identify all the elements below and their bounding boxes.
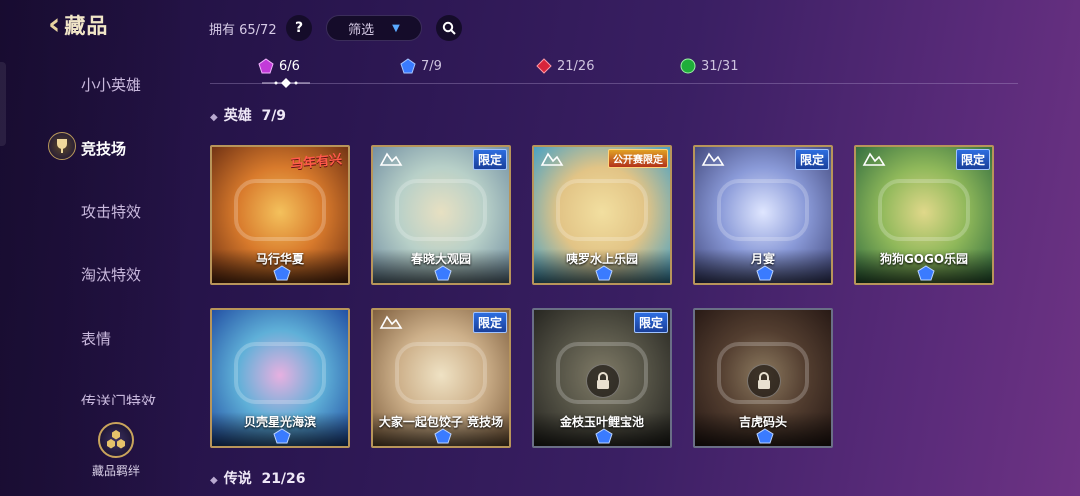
blue-gem-icon bbox=[400, 58, 416, 74]
blue-gem-icon bbox=[273, 265, 291, 281]
section-heroes-count: 7/9 bbox=[261, 108, 287, 124]
section-legend-header: ◆ 传说 21/26 bbox=[210, 468, 306, 488]
sidebar: ‹ 藏品 小小英雄 竞技场 攻击特效 淘汰特效 表情 传送门特效 藏品羁绊 bbox=[0, 0, 180, 496]
rarity-tabs: 6/6 7/9 21/26 31/31 bbox=[210, 58, 1018, 88]
arena-icon bbox=[57, 139, 67, 153]
lock-icon bbox=[586, 364, 620, 398]
diamond-bullet-icon: ◆ bbox=[210, 112, 218, 123]
tab-legendary[interactable]: 21/26 bbox=[536, 58, 594, 74]
collection-bond-button[interactable]: 藏品羁绊 bbox=[86, 422, 146, 479]
active-tab-indicator bbox=[262, 78, 310, 88]
section-heroes-header: ◆ 英雄 7/9 bbox=[210, 105, 286, 125]
tab-rare-count: 31/31 bbox=[701, 58, 739, 74]
sidebar-item-knockout-effects[interactable]: 淘汰特效 bbox=[81, 264, 141, 285]
arena-board-ring bbox=[395, 179, 487, 241]
blue-gem-icon bbox=[917, 265, 935, 281]
sidebar-item-portal-effects[interactable]: 传送门特效 bbox=[81, 391, 156, 405]
blue-gem-icon bbox=[434, 428, 452, 444]
section-legend-count: 21/26 bbox=[261, 471, 306, 487]
section-heroes-title: 英雄 bbox=[223, 108, 252, 124]
blue-gem-icon bbox=[756, 428, 774, 444]
tabs-divider bbox=[210, 83, 1018, 84]
arena-board-ring bbox=[556, 179, 648, 241]
sidebar-item-attack-effects[interactable]: 攻击特效 bbox=[81, 201, 141, 222]
tab-mythic-count: 6/6 bbox=[279, 58, 300, 74]
arena-board-ring bbox=[234, 342, 326, 404]
question-icon: ? bbox=[294, 20, 304, 36]
arena-board-ring bbox=[395, 342, 487, 404]
limited-badge: 限定 bbox=[955, 149, 990, 170]
green-orb-icon bbox=[680, 58, 696, 74]
tab-legendary-count: 21/26 bbox=[557, 58, 595, 74]
arena-board-ring bbox=[878, 179, 970, 241]
limited-badge: 限定 bbox=[633, 312, 668, 333]
collection-bond-label: 藏品羁绊 bbox=[91, 464, 140, 478]
sidebar-active-icon bbox=[48, 132, 76, 160]
hexagon-cluster-icon bbox=[98, 422, 134, 458]
filter-dropdown[interactable]: 筛选 ▼ bbox=[326, 15, 422, 41]
arena-card[interactable]: 马年有兴 马行华夏 bbox=[210, 145, 350, 285]
chevron-down-icon: ▼ bbox=[392, 22, 400, 34]
arena-card[interactable]: 限定 狗狗GOGO乐园 bbox=[854, 145, 994, 285]
tab-rare[interactable]: 31/31 bbox=[680, 58, 738, 74]
crown-mark-icon bbox=[379, 152, 403, 166]
arena-card[interactable]: 限定 月宴 bbox=[693, 145, 833, 285]
limited-badge: 公开赛限定 bbox=[608, 149, 668, 168]
back-button[interactable]: ‹ 藏品 bbox=[48, 10, 108, 40]
limited-badge: 限定 bbox=[794, 149, 829, 170]
arena-card[interactable]: 公开赛限定 咦罗水上乐园 bbox=[532, 145, 672, 285]
section-legend-title: 传说 bbox=[223, 471, 252, 487]
red-gem-icon bbox=[536, 58, 552, 74]
page-title: 藏品 bbox=[64, 14, 109, 38]
lock-icon bbox=[747, 364, 781, 398]
search-icon bbox=[442, 21, 456, 35]
crown-mark-icon bbox=[862, 152, 886, 166]
tab-epic-count: 7/9 bbox=[421, 58, 442, 74]
purple-gem-icon bbox=[258, 58, 274, 74]
tab-epic[interactable]: 7/9 bbox=[400, 58, 442, 74]
blue-gem-icon bbox=[434, 265, 452, 281]
sidebar-item-arena[interactable]: 竞技场 bbox=[81, 138, 126, 159]
arena-card[interactable]: 限定 春晓大观园 bbox=[371, 145, 511, 285]
limited-badge: 限定 bbox=[472, 149, 507, 170]
sidebar-item-little-legends[interactable]: 小小英雄 bbox=[81, 74, 141, 95]
tab-mythic[interactable]: 6/6 bbox=[258, 58, 300, 74]
arena-board-ring bbox=[234, 179, 326, 241]
blue-gem-icon bbox=[273, 428, 291, 444]
blue-gem-icon bbox=[595, 428, 613, 444]
owned-count: 拥有 65/72 bbox=[209, 23, 277, 38]
arena-card[interactable]: 限定 金枝玉叶鲤宝池 bbox=[532, 308, 672, 448]
crown-mark-icon bbox=[540, 152, 564, 166]
crown-mark-icon bbox=[379, 315, 403, 329]
crown-mark-icon bbox=[701, 152, 725, 166]
filter-label: 筛选 bbox=[348, 22, 375, 38]
diamond-bullet-icon: ◆ bbox=[210, 475, 218, 486]
arena-board-ring bbox=[717, 179, 809, 241]
arena-card[interactable]: 限定 大家一起包饺子 竞技场 bbox=[371, 308, 511, 448]
blue-gem-icon bbox=[595, 265, 613, 281]
help-button[interactable]: ? bbox=[286, 15, 312, 41]
search-button[interactable] bbox=[436, 15, 462, 41]
sidebar-item-emotes[interactable]: 表情 bbox=[81, 328, 111, 349]
arena-card[interactable]: 贝壳星光海滨 bbox=[210, 308, 350, 448]
blue-gem-icon bbox=[756, 265, 774, 281]
sidebar-edge-handle[interactable] bbox=[0, 62, 6, 146]
chevron-left-icon: ‹ bbox=[48, 7, 61, 42]
arena-card[interactable]: 吉虎码头 bbox=[693, 308, 833, 448]
limited-badge: 限定 bbox=[472, 312, 507, 333]
